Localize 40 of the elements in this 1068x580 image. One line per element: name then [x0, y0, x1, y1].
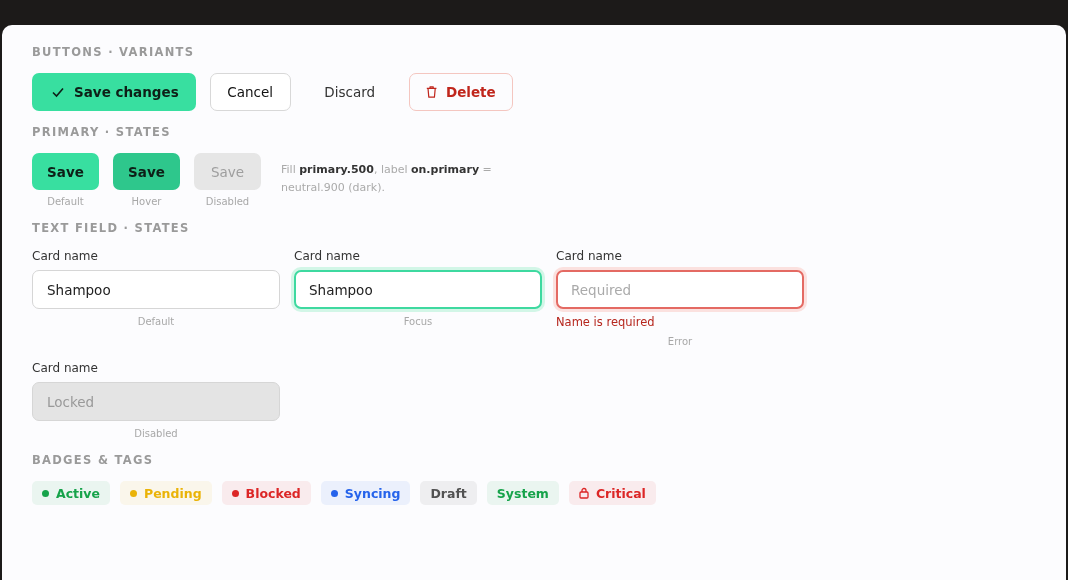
input-field[interactable]: Shampoo [32, 270, 280, 309]
dot-icon [231, 489, 239, 497]
section-title: PRIMARY · STATES [32, 125, 172, 139]
field-label: Card name [556, 249, 623, 263]
lock-icon [578, 487, 589, 499]
state-caption: Default [47, 196, 84, 207]
section-title: BADGES & TAGS [32, 453, 155, 467]
state-caption: Disabled [205, 196, 250, 207]
status-badge: Critical [568, 481, 656, 505]
save-button[interactable]: Save [32, 153, 99, 190]
status-badge: Syncing [320, 481, 411, 505]
status-badge: Blocked [221, 481, 311, 505]
field-label: Card name [32, 249, 99, 263]
danger-button[interactable]: Delete [408, 73, 513, 111]
trash-icon [425, 84, 437, 100]
status-badge: Pending [120, 481, 212, 505]
save-button[interactable]: Save [113, 153, 180, 190]
state-caption: Hover [131, 196, 162, 207]
status-badge: Active [32, 481, 110, 505]
check-icon [51, 85, 65, 99]
section-title: BUTTONS · VARIANTS [32, 45, 196, 59]
field-label: Card name [32, 361, 99, 375]
state-caption: Disabled [134, 428, 178, 439]
status-badge: System [486, 481, 559, 505]
state-caption: Default [137, 316, 175, 327]
secondary-button[interactable]: Cancel [209, 73, 291, 111]
state-caption: Focus [403, 316, 433, 327]
input-field[interactable]: Required [556, 270, 804, 309]
error-message: Name is required [556, 315, 656, 329]
section-title: TEXT FIELD · STATES [32, 221, 191, 235]
input-field[interactable]: Shampoo [294, 270, 542, 309]
note-text: Fill primary.500, label on.primary = neutral.900 (dark). [281, 162, 493, 196]
status-badge: Draft [420, 481, 477, 505]
dot-icon [42, 489, 49, 497]
state-caption: Error [667, 336, 693, 347]
field-label: Card name [294, 249, 361, 263]
dot-icon [130, 489, 137, 497]
ghost-button[interactable]: Discard [304, 73, 395, 111]
dot-icon [330, 489, 338, 497]
primary-button[interactable]: Save changes [32, 73, 196, 111]
